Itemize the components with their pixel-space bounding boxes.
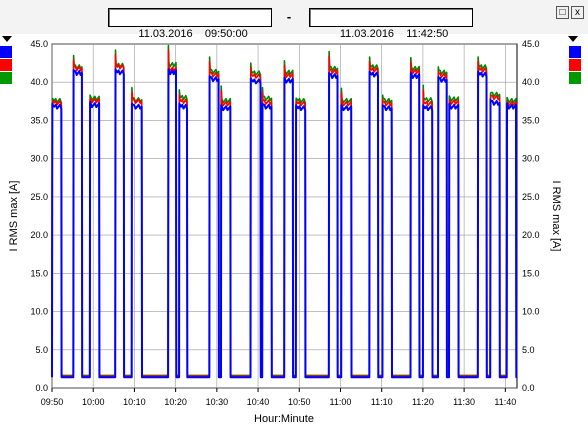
- y-tick-label-right: 35.0: [522, 115, 540, 125]
- y-tick-label-right: 0.0: [522, 383, 535, 393]
- swatch-blue[interactable]: [569, 46, 581, 58]
- x-tick-label: 09:50: [41, 397, 64, 407]
- channel-selector-right[interactable]: [568, 36, 581, 84]
- x-tick-label: 10:00: [82, 397, 105, 407]
- y-tick-label-right: 10.0: [522, 307, 540, 317]
- x-axis-label: Hour:Minute: [254, 413, 314, 425]
- x-tick-label: 11:30: [453, 397, 475, 407]
- y-tick-label-left: 15.0: [30, 268, 48, 278]
- x-tick-label: 11:40: [494, 397, 516, 407]
- y-tick-label-left: 40.0: [30, 77, 48, 87]
- x-tick-label: 11:10: [371, 397, 393, 407]
- x-tick-label: 10:20: [164, 397, 187, 407]
- y-axis-label-right: I RMS max [A]: [550, 181, 562, 252]
- y-tick-label-left: 0.0: [35, 383, 48, 393]
- y-tick-label-right: 30.0: [522, 154, 540, 164]
- y-tick-label-left: 25.0: [30, 192, 48, 202]
- y-tick-label-left: 20.0: [30, 230, 48, 240]
- x-tick-label: 10:10: [123, 397, 146, 407]
- swatch-green[interactable]: [0, 72, 12, 84]
- y-tick-label-left: 30.0: [30, 154, 48, 164]
- y-tick-label-right: 20.0: [522, 230, 540, 240]
- y-tick-label-left: 5.0: [35, 345, 48, 355]
- y-tick-label-right: 25.0: [522, 192, 540, 202]
- y-tick-label-right: 15.0: [522, 268, 540, 278]
- swatch-red[interactable]: [0, 59, 12, 71]
- y-tick-label-left: 45.0: [30, 39, 48, 49]
- x-tick-label: 11:20: [412, 397, 434, 407]
- x-tick-label: 11:00: [330, 397, 352, 407]
- channel-selector-left[interactable]: [0, 36, 12, 84]
- y-tick-label-right: 5.0: [522, 345, 535, 355]
- swatch-blue[interactable]: [0, 46, 12, 58]
- chart: 0.0 0.0 5.0 5.0 10.0 10.0 15.0 15.0 20.0 20.0 25.0…: [0, 36, 581, 425]
- y-axis-label-left: I RMS max [A]: [8, 181, 20, 252]
- swatch-green[interactable]: [569, 72, 581, 84]
- x-tick-label: 10:30: [206, 397, 229, 407]
- x-tick-label: 10:50: [288, 397, 311, 407]
- y-tick-label-right: 45.0: [522, 39, 540, 49]
- swatch-red[interactable]: [569, 59, 581, 71]
- y-tick-label-left: 10.0: [30, 307, 48, 317]
- y-tick-label-left: 35.0: [30, 115, 48, 125]
- dropdown-arrow-icon[interactable]: [568, 36, 578, 42]
- dropdown-arrow-icon[interactable]: [2, 36, 12, 42]
- x-tick-label: 10:40: [247, 397, 270, 407]
- y-tick-label-right: 40.0: [522, 77, 540, 87]
